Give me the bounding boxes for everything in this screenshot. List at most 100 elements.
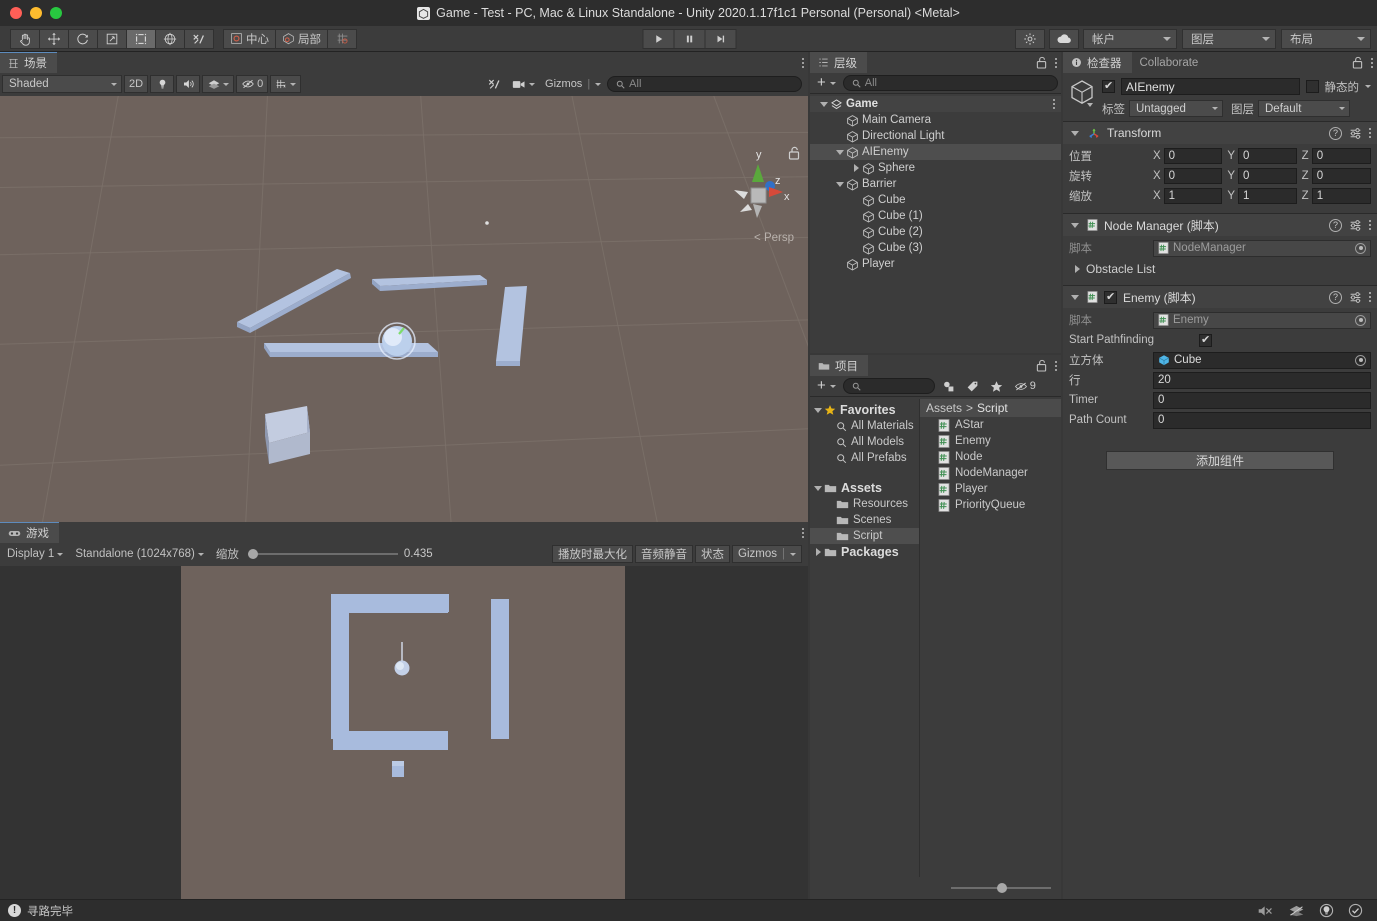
foldout-obstacle-list[interactable]: Obstacle List	[1069, 259, 1371, 279]
preset-icon[interactable]	[1349, 127, 1362, 140]
hand-tool-button[interactable]	[10, 28, 40, 49]
scene-camera-button[interactable]	[508, 75, 539, 93]
breadcrumb[interactable]: Assets > Script	[920, 399, 1061, 417]
hierarchy-item-game[interactable]: Game	[810, 96, 1061, 112]
project-zoom-slider[interactable]	[810, 877, 1061, 899]
scene-gizmos-button[interactable]: Gizmos |	[541, 75, 605, 93]
component-menu-icon[interactable]	[1369, 128, 1371, 138]
hierarchy-search-input[interactable]: All	[842, 75, 1058, 91]
mute-audio-button[interactable]: 音频静音	[635, 545, 694, 563]
draw-mode-dropdown[interactable]: Shaded	[2, 75, 122, 93]
project-tree-item-scenes[interactable]: Scenes	[810, 512, 919, 528]
field-缩放-z[interactable]: 1	[1311, 188, 1371, 204]
object-picker-icon[interactable]	[1355, 354, 1366, 366]
lock-open-icon[interactable]	[1036, 359, 1047, 372]
field-立方体-value[interactable]: Cube	[1153, 351, 1371, 369]
hierarchy-item-cube-1[interactable]: Cube (1)	[810, 208, 1061, 224]
project-tree-item-all-materials[interactable]: All Materials	[810, 418, 919, 434]
tab-project[interactable]: 项目	[810, 355, 868, 376]
project-file-node[interactable]: Node	[920, 449, 1061, 465]
hierarchy-tree[interactable]: Game Main Camera Directional Light AIEne…	[810, 96, 1061, 353]
object-picker-icon[interactable]	[1355, 314, 1366, 326]
layers-dropdown[interactable]: 图层	[1182, 28, 1276, 49]
rect-transform-tool-button[interactable]	[126, 28, 156, 49]
hierarchy-item-player[interactable]: Player	[810, 256, 1061, 272]
chevron-down-icon[interactable]	[812, 407, 824, 413]
project-file-nodemanager[interactable]: NodeManager	[920, 465, 1061, 481]
hierarchy-item-cube[interactable]: Cube	[810, 192, 1061, 208]
scene-hidden-objects-button[interactable]: 0	[236, 75, 269, 93]
chevron-down-icon[interactable]	[1069, 222, 1081, 228]
static-checkbox[interactable]	[1305, 80, 1319, 93]
filter-by-label-button[interactable]	[962, 378, 983, 395]
favorites-filter-button[interactable]	[986, 378, 1007, 395]
scene-menu-icon[interactable]	[802, 57, 804, 68]
step-button[interactable]	[704, 28, 736, 49]
play-button[interactable]	[642, 28, 674, 49]
project-add-button[interactable]: +	[813, 378, 840, 395]
preset-icon[interactable]	[1349, 291, 1362, 304]
layout-dropdown[interactable]: 布局	[1281, 28, 1371, 49]
scene-axis-gizmo[interactable]: y z x	[722, 144, 794, 244]
object-picker-icon[interactable]	[1355, 242, 1366, 254]
scene-viewport[interactable]: y z x < Persp	[0, 96, 808, 522]
mute-audio-icon[interactable]	[1257, 904, 1274, 918]
project-file-astar[interactable]: AStar	[920, 417, 1061, 433]
lock-open-icon[interactable]	[1352, 56, 1363, 69]
project-search-input[interactable]	[842, 378, 935, 394]
hierarchy-item-aienemy[interactable]: AIEnemy	[810, 144, 1061, 160]
chevron-down-icon[interactable]	[1365, 85, 1371, 88]
lock-open-icon[interactable]	[1036, 56, 1047, 69]
scene-audio-button[interactable]	[176, 75, 201, 93]
tab-game[interactable]: 游戏	[0, 522, 59, 543]
account-dropdown[interactable]: 帐户	[1083, 28, 1177, 49]
global-illumination-icon[interactable]	[1319, 903, 1334, 918]
display-dropdown[interactable]: Display 1	[2, 545, 68, 563]
chevron-down-icon[interactable]	[1069, 294, 1081, 300]
hidden-packages-button[interactable]: 9	[1010, 378, 1040, 395]
scene-grid-button[interactable]	[270, 75, 302, 93]
tab-scene[interactable]: 场景	[0, 52, 57, 73]
breadcrumb-current[interactable]: Script	[977, 401, 1008, 415]
grid-snap-button[interactable]	[327, 28, 357, 49]
tab-inspector[interactable]: 检查器	[1063, 52, 1132, 73]
pivot-center-button[interactable]: 中心	[223, 28, 276, 49]
field-旋转-x[interactable]: 0	[1163, 168, 1223, 184]
breadcrumb-root[interactable]: Assets	[926, 401, 962, 415]
toggle-2d-button[interactable]: 2D	[124, 75, 149, 93]
layer-dropdown[interactable]: Default	[1258, 100, 1350, 117]
hierarchy-add-button[interactable]: +	[813, 75, 840, 92]
field-位置-z[interactable]: 0	[1311, 148, 1371, 164]
game-gizmos-button[interactable]: Gizmos |	[732, 545, 802, 563]
project-tree-item-assets[interactable]: Assets	[810, 480, 919, 496]
project-tree-item-script[interactable]: Script	[810, 528, 919, 544]
scale-slider-knob[interactable]	[247, 549, 258, 559]
field-path-count-value[interactable]: 0	[1153, 411, 1371, 429]
component-enabled-checkbox[interactable]	[1104, 290, 1117, 304]
chevron-right-icon[interactable]	[850, 164, 862, 172]
component-header-enemy[interactable]: Enemy (脚本) ?	[1063, 286, 1377, 308]
chevron-down-icon[interactable]	[812, 485, 824, 491]
component-menu-icon[interactable]	[1369, 292, 1371, 302]
scale-slider[interactable]: 0.435	[247, 548, 433, 560]
project-file-player[interactable]: Player	[920, 481, 1061, 497]
chevron-down-icon[interactable]	[818, 101, 830, 107]
lock-open-icon[interactable]	[788, 146, 800, 160]
project-tree-item-all-prefabs[interactable]: All Prefabs	[810, 450, 919, 466]
field-脚本-value[interactable]: NodeManager	[1153, 239, 1371, 257]
project-tree-item-all-models[interactable]: All Models	[810, 434, 919, 450]
resolution-dropdown[interactable]: Standalone (1024x768)	[70, 545, 209, 563]
field-脚本-value[interactable]: Enemy	[1153, 311, 1371, 329]
stats-button[interactable]: 状态	[695, 545, 731, 563]
services-settings-button[interactable]	[1015, 28, 1045, 49]
help-icon[interactable]: ?	[1329, 290, 1342, 304]
field-缩放-x[interactable]: 1	[1163, 188, 1223, 204]
local-space-button[interactable]: 局部	[275, 28, 328, 49]
component-header-transform[interactable]: Transform ?	[1063, 122, 1377, 144]
chevron-right-icon[interactable]	[812, 548, 824, 556]
perspective-label[interactable]: < Persp	[754, 232, 794, 244]
project-file-enemy[interactable]: Enemy	[920, 433, 1061, 449]
project-menu-icon[interactable]	[1055, 360, 1057, 371]
chevron-down-icon[interactable]	[834, 181, 846, 187]
field-旋转-y[interactable]: 0	[1238, 168, 1297, 184]
